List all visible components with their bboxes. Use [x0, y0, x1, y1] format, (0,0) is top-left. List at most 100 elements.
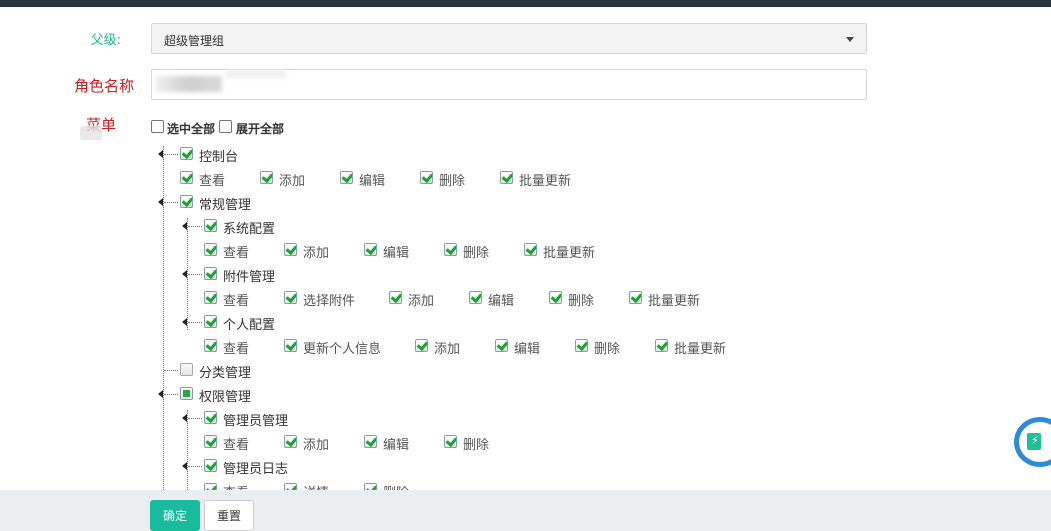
action-label[interactable]: 更新个人信息 — [303, 338, 381, 357]
action-checkbox[interactable] — [415, 339, 428, 352]
action-checkbox[interactable] — [575, 339, 588, 352]
collapse-arrow-icon[interactable] — [158, 150, 163, 158]
collapse-arrow-icon[interactable] — [182, 270, 187, 278]
action-checkbox[interactable] — [340, 171, 353, 184]
node-attachment[interactable]: 附件管理 — [223, 266, 275, 285]
action-checkbox[interactable] — [204, 243, 217, 256]
reset-button[interactable]: 重置 — [204, 500, 254, 531]
action-label[interactable]: 编辑 — [383, 434, 409, 453]
node-checkbox[interactable] — [204, 315, 217, 328]
action-label[interactable]: 删除 — [594, 338, 620, 357]
node-checkbox[interactable] — [204, 219, 217, 232]
caret-down-icon — [846, 37, 854, 42]
node-auth[interactable]: 权限管理 — [199, 386, 251, 405]
action-checkbox[interactable] — [364, 243, 377, 256]
action-checkbox[interactable] — [204, 339, 217, 352]
parent-select-value: 超级管理组 — [164, 34, 225, 48]
action-label[interactable]: 批量更新 — [648, 290, 700, 309]
action-checkbox[interactable] — [655, 339, 668, 352]
action-checkbox[interactable] — [260, 171, 273, 184]
tree-connector — [164, 394, 178, 395]
expand-all-label: 展开全部 — [236, 122, 285, 136]
action-checkbox[interactable] — [469, 291, 482, 304]
action-label[interactable]: 选择附件 — [303, 290, 355, 309]
collapse-arrow-icon[interactable] — [182, 222, 187, 230]
select-all-label: 选中全部 — [167, 122, 216, 136]
action-checkbox[interactable] — [284, 339, 297, 352]
tree-connector — [188, 466, 202, 467]
node-admin-log[interactable]: 管理员日志 — [223, 458, 288, 477]
node-checkbox[interactable] — [180, 363, 193, 376]
role-name-input[interactable] — [151, 69, 867, 100]
node-dashboard[interactable]: 控制台 — [199, 146, 238, 165]
node-checkbox[interactable] — [180, 387, 193, 400]
action-checkbox[interactable] — [629, 291, 642, 304]
action-label[interactable]: 查看 — [223, 434, 249, 453]
action-checkbox[interactable] — [284, 243, 297, 256]
action-label[interactable]: 编辑 — [359, 170, 385, 189]
action-label[interactable]: 编辑 — [488, 290, 514, 309]
tree-connector — [164, 154, 178, 155]
collapse-arrow-icon[interactable] — [182, 318, 187, 326]
parent-label: 父级: — [90, 33, 121, 48]
action-label[interactable]: 批量更新 — [674, 338, 726, 357]
action-checkbox[interactable] — [364, 435, 377, 448]
node-general[interactable]: 常规管理 — [199, 194, 251, 213]
node-checkbox[interactable] — [180, 195, 193, 208]
node-system-config[interactable]: 系统配置 — [223, 218, 275, 237]
action-checkbox[interactable] — [444, 243, 457, 256]
action-checkbox[interactable] — [180, 171, 193, 184]
action-label[interactable]: 删除 — [463, 242, 489, 261]
collapse-arrow-icon[interactable] — [182, 462, 187, 470]
action-label[interactable]: 批量更新 — [543, 242, 595, 261]
action-checkbox[interactable] — [284, 435, 297, 448]
action-label[interactable]: 查看 — [223, 242, 249, 261]
action-label[interactable]: 添加 — [434, 338, 460, 357]
action-label[interactable]: 查看 — [199, 170, 225, 189]
action-checkbox[interactable] — [495, 339, 508, 352]
collapse-arrow-icon[interactable] — [182, 414, 187, 422]
tree-connector — [188, 226, 202, 227]
action-checkbox[interactable] — [204, 435, 217, 448]
collapse-arrow-icon[interactable] — [158, 198, 163, 206]
select-all-checkbox[interactable] — [151, 120, 164, 133]
action-label[interactable]: 批量更新 — [519, 170, 571, 189]
node-checkbox[interactable] — [204, 267, 217, 280]
expand-all-checkbox[interactable] — [219, 120, 232, 133]
action-checkbox[interactable] — [549, 291, 562, 304]
action-label[interactable]: 删除 — [463, 434, 489, 453]
action-label[interactable]: 添加 — [303, 434, 329, 453]
tree-connector — [188, 322, 202, 323]
action-checkbox[interactable] — [389, 291, 402, 304]
action-checkbox[interactable] — [524, 243, 537, 256]
parent-select[interactable]: 超级管理组 — [151, 23, 867, 54]
node-checkbox[interactable] — [204, 459, 217, 472]
tree-connector — [164, 370, 178, 371]
action-label[interactable]: 查看 — [223, 290, 249, 309]
action-label[interactable]: 查看 — [223, 338, 249, 357]
action-checkbox[interactable] — [444, 435, 457, 448]
action-checkbox[interactable] — [284, 291, 297, 304]
node-category[interactable]: 分类管理 — [199, 362, 251, 381]
collapse-arrow-icon[interactable] — [158, 390, 163, 398]
action-label[interactable]: 删除 — [439, 170, 465, 189]
node-checkbox[interactable] — [204, 411, 217, 424]
action-label[interactable]: 编辑 — [514, 338, 540, 357]
node-admin[interactable]: 管理员管理 — [223, 410, 288, 429]
action-label[interactable]: 删除 — [568, 290, 594, 309]
floating-assistant-button[interactable]: ⚡ — [1014, 417, 1051, 467]
submit-button[interactable]: 确定 — [150, 500, 200, 531]
action-label[interactable]: 添加 — [408, 290, 434, 309]
node-checkbox[interactable] — [180, 147, 193, 160]
node-profile[interactable]: 个人配置 — [223, 314, 275, 333]
action-label[interactable]: 添加 — [303, 242, 329, 261]
tree-connector — [188, 274, 202, 275]
action-checkbox[interactable] — [500, 171, 513, 184]
action-label[interactable]: 添加 — [279, 170, 305, 189]
lightning-icon: ⚡ — [1027, 433, 1041, 450]
action-checkbox[interactable] — [204, 291, 217, 304]
redaction-smudge — [80, 126, 102, 140]
action-checkbox[interactable] — [420, 171, 433, 184]
action-label[interactable]: 编辑 — [383, 242, 409, 261]
tree-connector — [164, 202, 178, 203]
